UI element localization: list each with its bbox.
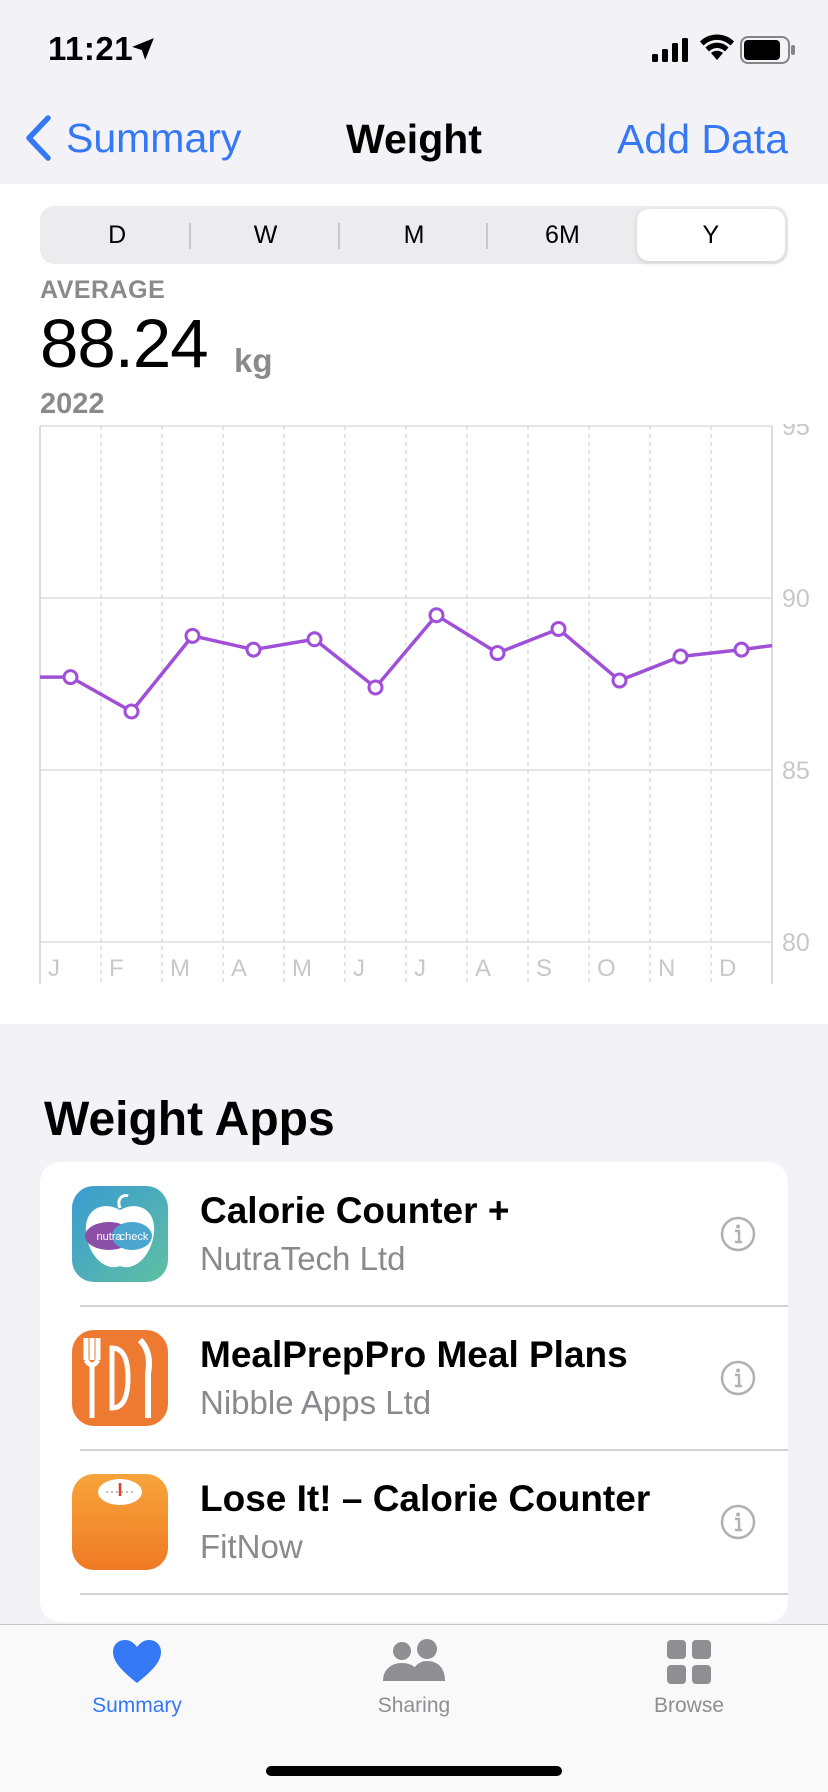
navigation-bar: Summary Weight Add Data <box>0 100 828 184</box>
app-row-lose-it[interactable]: Lose It! – Calorie Counter FitNow <box>40 1450 788 1594</box>
svg-text:check: check <box>120 1231 149 1243</box>
data-point <box>123 703 140 720</box>
weight-apps-title: Weight Apps <box>44 1093 335 1146</box>
app-row-mealpreppro[interactable]: MealPrepPro Meal Plans Nibble Apps Ltd <box>40 1306 788 1450</box>
data-point <box>428 607 445 624</box>
x-tick-label: J <box>414 955 426 982</box>
x-tick-label: F <box>109 955 124 982</box>
tab-summary[interactable]: Summary <box>37 1639 237 1718</box>
app-name: Lose It! – Calorie Counter <box>200 1478 651 1519</box>
segment-week[interactable]: W <box>191 209 341 261</box>
lose-it-app-icon <box>72 1474 168 1570</box>
row-divider <box>80 1593 788 1595</box>
grid-icon <box>667 1640 711 1684</box>
heart-icon <box>113 1640 161 1683</box>
segment-six-months[interactable]: 6M <box>488 209 636 261</box>
segment-year[interactable]: Y <box>636 209 786 261</box>
people-icon <box>383 1639 445 1681</box>
data-point <box>62 669 79 686</box>
weight-chart[interactable]: 95 90 85 80 J F M A M J J A S O N D <box>0 424 828 984</box>
tab-browse[interactable]: Browse <box>589 1639 789 1718</box>
average-unit: kg <box>234 342 273 379</box>
mealpreppro-app-icon <box>72 1330 168 1426</box>
x-tick-label: A <box>475 955 491 982</box>
add-data-button[interactable]: Add Data <box>617 116 788 163</box>
status-time: 11:21 <box>48 30 134 67</box>
app-row-calorie-counter[interactable]: nutra check Calorie Counter + NutraTech … <box>40 1162 788 1306</box>
average-label: AVERAGE <box>40 276 166 304</box>
y-tick-label: 90 <box>782 585 810 613</box>
cellular-signal-icon <box>652 38 688 62</box>
segment-month[interactable]: M <box>340 209 489 261</box>
chart-card: D W M 6M Y AVERAGE 88.24 kg 2022 95 90 85 8… <box>0 184 828 1024</box>
x-tick-label: D <box>719 955 736 982</box>
data-point <box>245 641 262 658</box>
data-point <box>550 620 567 637</box>
tab-label: Browse <box>653 1694 725 1717</box>
wifi-icon <box>700 34 734 60</box>
x-tick-label: J <box>48 955 60 982</box>
x-tick-label: J <box>353 955 365 982</box>
average-value: 88.24 <box>40 305 209 382</box>
time-range-control: D W M 6M Y <box>40 206 788 264</box>
info-icon[interactable] <box>720 1504 756 1540</box>
data-point <box>733 641 750 658</box>
app-developer: Nibble Apps Ltd <box>200 1384 432 1421</box>
data-point <box>489 645 506 662</box>
info-icon[interactable] <box>720 1360 756 1396</box>
data-point <box>367 679 384 696</box>
x-tick-label: A <box>231 955 247 982</box>
average-period: 2022 <box>40 388 105 420</box>
x-tick-label: S <box>536 955 552 982</box>
info-icon[interactable] <box>720 1216 756 1252</box>
svg-text:nutra: nutra <box>96 1231 122 1243</box>
data-point <box>611 672 628 689</box>
data-point <box>672 648 689 665</box>
y-tick-label: 95 <box>782 424 810 441</box>
weight-apps-list: nutra check Calorie Counter + NutraTech … <box>40 1162 788 1622</box>
x-tick-label: N <box>658 955 675 982</box>
data-point <box>306 631 323 648</box>
nutracheck-app-icon: nutra check <box>72 1186 168 1282</box>
tab-sharing[interactable]: Sharing <box>314 1639 514 1718</box>
app-name: Calorie Counter + <box>200 1190 510 1231</box>
x-tick-label: M <box>292 955 312 982</box>
segment-day[interactable]: D <box>43 209 192 261</box>
app-developer: FitNow <box>200 1528 303 1565</box>
tab-label: Sharing <box>377 1694 451 1717</box>
status-bar: 11:21 <box>0 0 828 100</box>
battery-icon <box>740 36 795 64</box>
y-tick-label: 80 <box>782 929 810 957</box>
location-arrow-icon <box>132 38 154 60</box>
app-developer: NutraTech Ltd <box>200 1240 406 1277</box>
data-point <box>184 627 201 644</box>
y-tick-label: 85 <box>782 757 810 785</box>
home-indicator <box>266 1766 562 1776</box>
tab-label: Summary <box>92 1694 182 1717</box>
x-tick-label: M <box>170 955 190 982</box>
x-tick-label: O <box>597 955 616 982</box>
app-name: MealPrepPro Meal Plans <box>200 1334 628 1375</box>
